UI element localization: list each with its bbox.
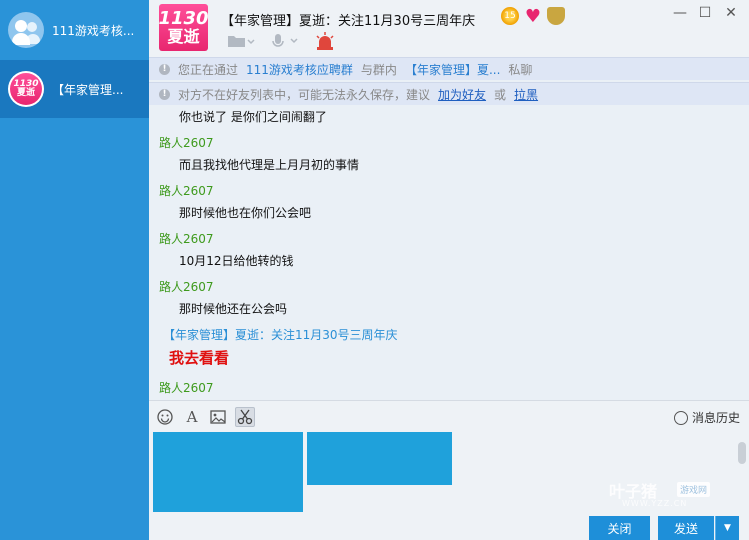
voice-button[interactable] xyxy=(270,32,298,50)
sidebar-item-group[interactable]: 111游戏考核... xyxy=(0,0,149,60)
minimize-button[interactable]: — xyxy=(670,4,690,22)
microphone-icon xyxy=(272,34,298,47)
message: 路人2607 而且我找他代理是上月月初的事情 xyxy=(159,134,359,172)
message-sender[interactable]: 路人2607 xyxy=(159,230,214,247)
not-friend-notice: ! 对方不在好友列表中，可能无法永久保存，建议 加为好友 或 拉黑 xyxy=(149,82,749,105)
font-icon[interactable]: A xyxy=(182,407,202,427)
info-icon: ! xyxy=(159,63,170,75)
contact-avatar: 1130 夏逝 xyxy=(8,71,44,107)
folder-icon xyxy=(228,36,255,47)
clock-icon xyxy=(674,410,688,425)
session-sidebar: 111游戏考核... 1130 夏逝 【年家管理... xyxy=(0,0,149,540)
screenshot-scissors-icon[interactable] xyxy=(235,407,255,427)
message: 路人2607 xyxy=(159,379,214,396)
alarm-icon[interactable] xyxy=(315,32,335,50)
sidebar-item-label: 【年家管理... xyxy=(52,82,124,97)
message-input[interactable]: 叶子猪 游戏网 WWW.YZZ.CN 关闭 发送 ▼ xyxy=(149,432,749,540)
input-toolbar: A 消息历史 xyxy=(149,400,749,432)
sun-level-icon[interactable]: 15 xyxy=(501,7,519,25)
message-history-button[interactable]: 消息历史 xyxy=(674,409,740,426)
message-text: 那时候他还在公会吗 xyxy=(179,302,288,316)
message: 路人2607 那时候他也在你们公会吧 xyxy=(159,182,311,220)
message: 路人2607 10月12日给他转的钱 xyxy=(159,230,294,268)
message-text: 我去看看 xyxy=(169,349,230,367)
add-friend-link[interactable]: 加为好友 xyxy=(438,86,486,103)
chat-title: 【年家管理】夏逝：关注11月30号三周年庆 xyxy=(221,14,476,29)
send-options-dropdown[interactable]: ▼ xyxy=(715,516,739,540)
sidebar-item-label: 111游戏考核... xyxy=(52,23,135,38)
message-text: 10月12日给他转的钱 xyxy=(179,254,294,268)
message: 路人2607 那时候他还在公会吗 xyxy=(159,278,287,316)
message: 【年家管理】夏逝：关注11月30号三周年庆 我去看看 xyxy=(163,326,398,367)
member-link[interactable]: 【年家管理】夏... xyxy=(405,61,500,78)
group-link[interactable]: 111游戏考核应聘群 xyxy=(246,61,353,78)
message-sender[interactable]: 路人2607 xyxy=(159,182,214,199)
close-window-button[interactable]: ✕ xyxy=(721,4,741,22)
close-button[interactable]: 关闭 xyxy=(589,516,650,540)
pasted-image[interactable] xyxy=(307,432,452,485)
title-bar: 1130 夏逝 【年家管理】夏逝：关注11月30号三周年庆 15 ♥ — ☐ ✕ xyxy=(149,0,749,57)
info-icon: ! xyxy=(159,88,170,100)
message-text: 而且我找他代理是上月月初的事情 xyxy=(179,158,360,172)
message-sender[interactable]: 路人2607 xyxy=(159,278,214,295)
message-sender[interactable]: 路人2607 xyxy=(159,134,214,151)
watermark-url: WWW.YZZ.CN xyxy=(622,499,688,508)
chat-window: 1130 夏逝 【年家管理】夏逝：关注11月30号三周年庆 15 ♥ — ☐ ✕… xyxy=(149,0,749,540)
temporary-chat-notice: ! 您正在通过 111游戏考核应聘群 与群内 【年家管理】夏... 私聊 xyxy=(149,57,749,80)
maximize-button[interactable]: ☐ xyxy=(695,4,715,22)
image-icon[interactable] xyxy=(208,407,228,427)
block-link[interactable]: 拉黑 xyxy=(514,86,538,103)
watermark-tag: 游戏网 xyxy=(677,482,711,497)
message-sender[interactable]: 路人2607 xyxy=(159,379,214,396)
scrollbar[interactable] xyxy=(738,442,746,464)
message-sender[interactable]: 【年家管理】夏逝：关注11月30号三周年庆 xyxy=(163,326,398,343)
shield-badge-icon[interactable] xyxy=(547,7,565,25)
message-text: 你也说了 是你们之间闹翻了 xyxy=(179,110,327,124)
heart-badge-icon[interactable]: ♥ xyxy=(524,6,542,27)
sidebar-item-chat[interactable]: 1130 夏逝 【年家管理... xyxy=(0,60,149,118)
group-avatar-icon xyxy=(8,12,44,48)
file-transfer-button[interactable] xyxy=(227,32,255,50)
send-button[interactable]: 发送 xyxy=(658,516,714,540)
emoji-icon[interactable] xyxy=(155,407,175,427)
message-text: 那时候他也在你们公会吧 xyxy=(179,206,312,220)
contact-avatar-large[interactable]: 1130 夏逝 xyxy=(158,4,209,51)
pasted-image[interactable] xyxy=(153,432,303,512)
message-list[interactable]: 你也说了 是你们之间闹翻了 路人2607 而且我找他代理是上月月初的事情 路人2… xyxy=(149,106,749,400)
